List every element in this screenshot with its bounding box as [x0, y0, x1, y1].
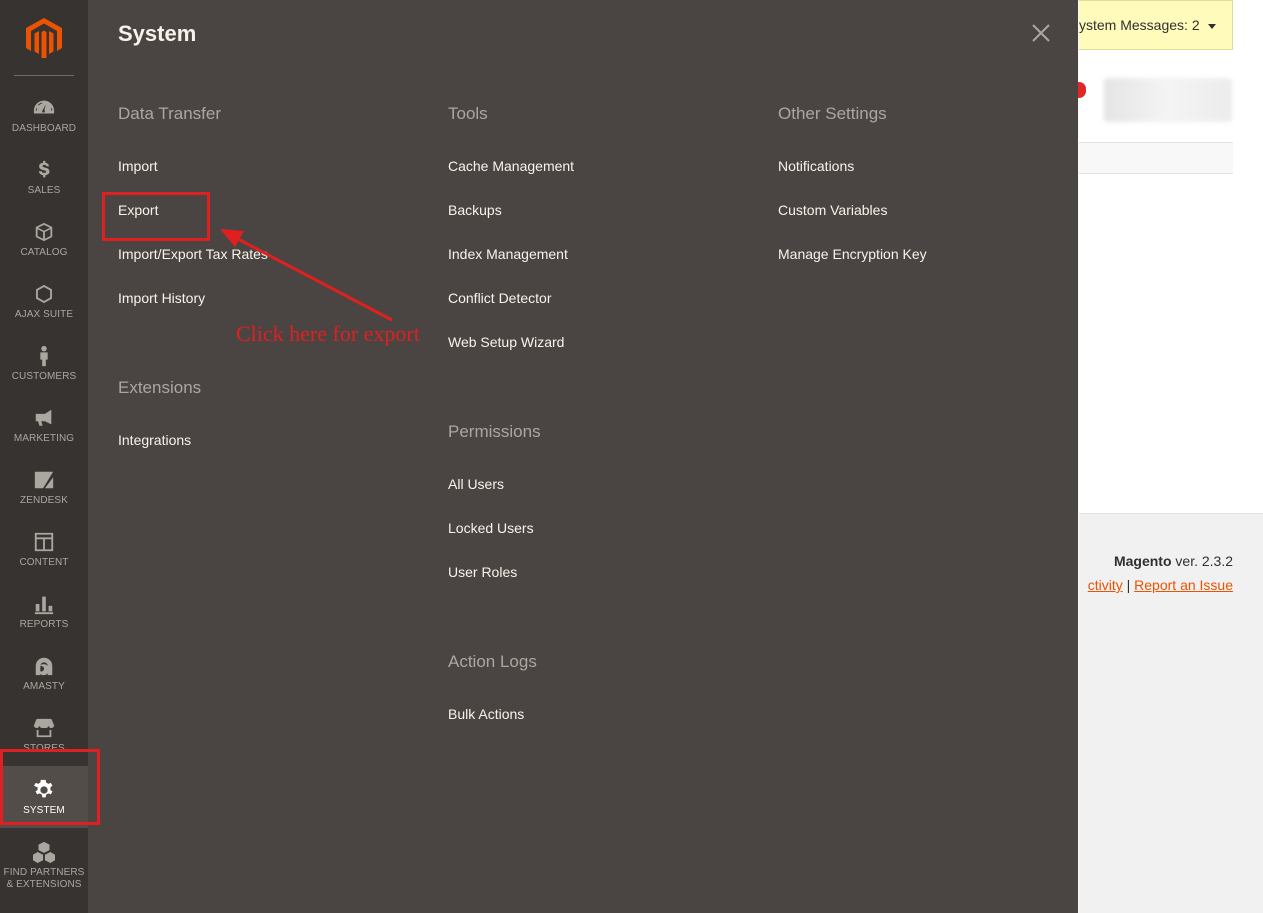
- admin-sidebar: DASHBOARD SALES CATALOG AJAX SUITE CUSTO…: [0, 0, 88, 913]
- dashboard-icon: [32, 96, 56, 120]
- nav-stores[interactable]: STORES: [0, 704, 88, 766]
- group-title-data-transfer: Data Transfer: [118, 104, 221, 123]
- link-conflict-detector[interactable]: Conflict Detector: [448, 290, 551, 306]
- nav-label: CATALOG: [20, 247, 68, 258]
- account-activity-link[interactable]: ctivity: [1088, 577, 1123, 593]
- link-integrations[interactable]: Integrations: [118, 432, 191, 448]
- nav-reports[interactable]: REPORTS: [0, 580, 88, 642]
- group-title-extensions: Extensions: [118, 378, 202, 397]
- group-title-action-logs: Action Logs: [448, 652, 537, 671]
- nav-label: REPORTS: [19, 619, 69, 630]
- page-action-bar: [1079, 142, 1233, 174]
- nav-label: MARKETING: [13, 433, 75, 444]
- group-title-permissions: Permissions: [448, 422, 541, 441]
- nav-label: DASHBOARD: [11, 123, 77, 134]
- nav-zendesk[interactable]: ZENDESK: [0, 456, 88, 518]
- link-export[interactable]: Export: [118, 202, 158, 218]
- nav-label: STORES: [23, 743, 65, 754]
- cube-icon: [32, 220, 56, 244]
- magento-logo[interactable]: [0, 0, 88, 76]
- amasty-icon: [32, 654, 56, 678]
- footer-brand: Magento: [1113, 553, 1172, 569]
- megaphone-icon: [32, 406, 56, 430]
- group-title-other-settings: Other Settings: [778, 104, 887, 123]
- person-icon: [32, 344, 56, 368]
- link-bulk-actions[interactable]: Bulk Actions: [448, 706, 524, 722]
- nav-dashboard[interactable]: DASHBOARD: [0, 84, 88, 146]
- link-index-management[interactable]: Index Management: [448, 246, 568, 262]
- link-import-history[interactable]: Import History: [118, 290, 205, 306]
- nav-find-partners[interactable]: FIND PARTNERS & EXTENSIONS: [0, 828, 88, 898]
- dollar-icon: [32, 158, 56, 182]
- annotation-text: Click here for export: [236, 321, 420, 346]
- page-footer: Magento ver. 2.3.2 ctivity | Report an I…: [1079, 513, 1263, 913]
- nav-ajax-suite[interactable]: AJAX SUITE: [0, 270, 88, 332]
- link-web-setup-wizard[interactable]: Web Setup Wizard: [448, 334, 564, 350]
- nav-content[interactable]: CONTENT: [0, 518, 88, 580]
- group-title-tools: Tools: [448, 104, 488, 123]
- link-notifications[interactable]: Notifications: [778, 158, 854, 174]
- system-messages-label: ystem Messages: 2: [1079, 17, 1200, 33]
- footer-version: Magento ver. 2.3.2: [1114, 553, 1233, 569]
- link-import-export-tax-rates[interactable]: Import/Export Tax Rates: [118, 246, 268, 262]
- magento-logo-icon: [26, 18, 62, 58]
- storefront-icon: [32, 716, 56, 740]
- logo-divider: [14, 75, 74, 76]
- link-all-users[interactable]: All Users: [448, 476, 504, 492]
- link-cache-management[interactable]: Cache Management: [448, 158, 574, 174]
- footer-separator: |: [1122, 577, 1135, 593]
- nav-label: AMASTY: [23, 681, 65, 692]
- close-icon: [1032, 24, 1050, 42]
- nav-sales[interactable]: SALES: [0, 146, 88, 208]
- link-manage-encryption-key[interactable]: Manage Encryption Key: [778, 246, 927, 262]
- system-messages-bar[interactable]: ystem Messages: 2: [1079, 0, 1233, 50]
- account-menu-blurred[interactable]: [1104, 78, 1232, 122]
- nav-customers[interactable]: CUSTOMERS: [0, 332, 88, 394]
- close-button[interactable]: [1028, 20, 1054, 46]
- nav-marketing[interactable]: MARKETING: [0, 394, 88, 456]
- layout-icon: [32, 530, 56, 554]
- link-custom-variables[interactable]: Custom Variables: [778, 202, 887, 218]
- boxes-icon: [32, 840, 56, 864]
- nav-label: ZENDESK: [20, 495, 68, 506]
- footer-links: ctivity | Report an Issue: [1088, 577, 1233, 593]
- caret-down-icon: [1207, 23, 1216, 29]
- hexagon-icon: [32, 282, 56, 306]
- nav-label: SALES: [27, 185, 61, 196]
- report-issue-link[interactable]: Report an Issue: [1134, 577, 1233, 593]
- link-import[interactable]: Import: [118, 158, 158, 174]
- footer-version-text: ver. 2.3.2: [1171, 553, 1233, 569]
- nav-label: CUSTOMERS: [11, 371, 77, 382]
- gear-icon: [32, 778, 56, 802]
- system-menu-panel: System Data Transfer Import Export Impor…: [88, 0, 1078, 913]
- link-locked-users[interactable]: Locked Users: [448, 520, 534, 536]
- nav-label: FIND PARTNERS & EXTENSIONS: [3, 867, 85, 890]
- nav-system[interactable]: SYSTEM: [0, 766, 88, 828]
- nav-amasty[interactable]: AMASTY: [0, 642, 88, 704]
- link-backups[interactable]: Backups: [448, 202, 502, 218]
- nav-catalog[interactable]: CATALOG: [0, 208, 88, 270]
- panel-title: System: [118, 21, 197, 46]
- link-user-roles[interactable]: User Roles: [448, 564, 517, 580]
- bar-chart-icon: [32, 592, 56, 616]
- nav-label: AJAX SUITE: [14, 309, 74, 320]
- nav-label: CONTENT: [19, 557, 69, 568]
- zendesk-icon: [32, 468, 56, 492]
- nav-label: SYSTEM: [23, 805, 65, 816]
